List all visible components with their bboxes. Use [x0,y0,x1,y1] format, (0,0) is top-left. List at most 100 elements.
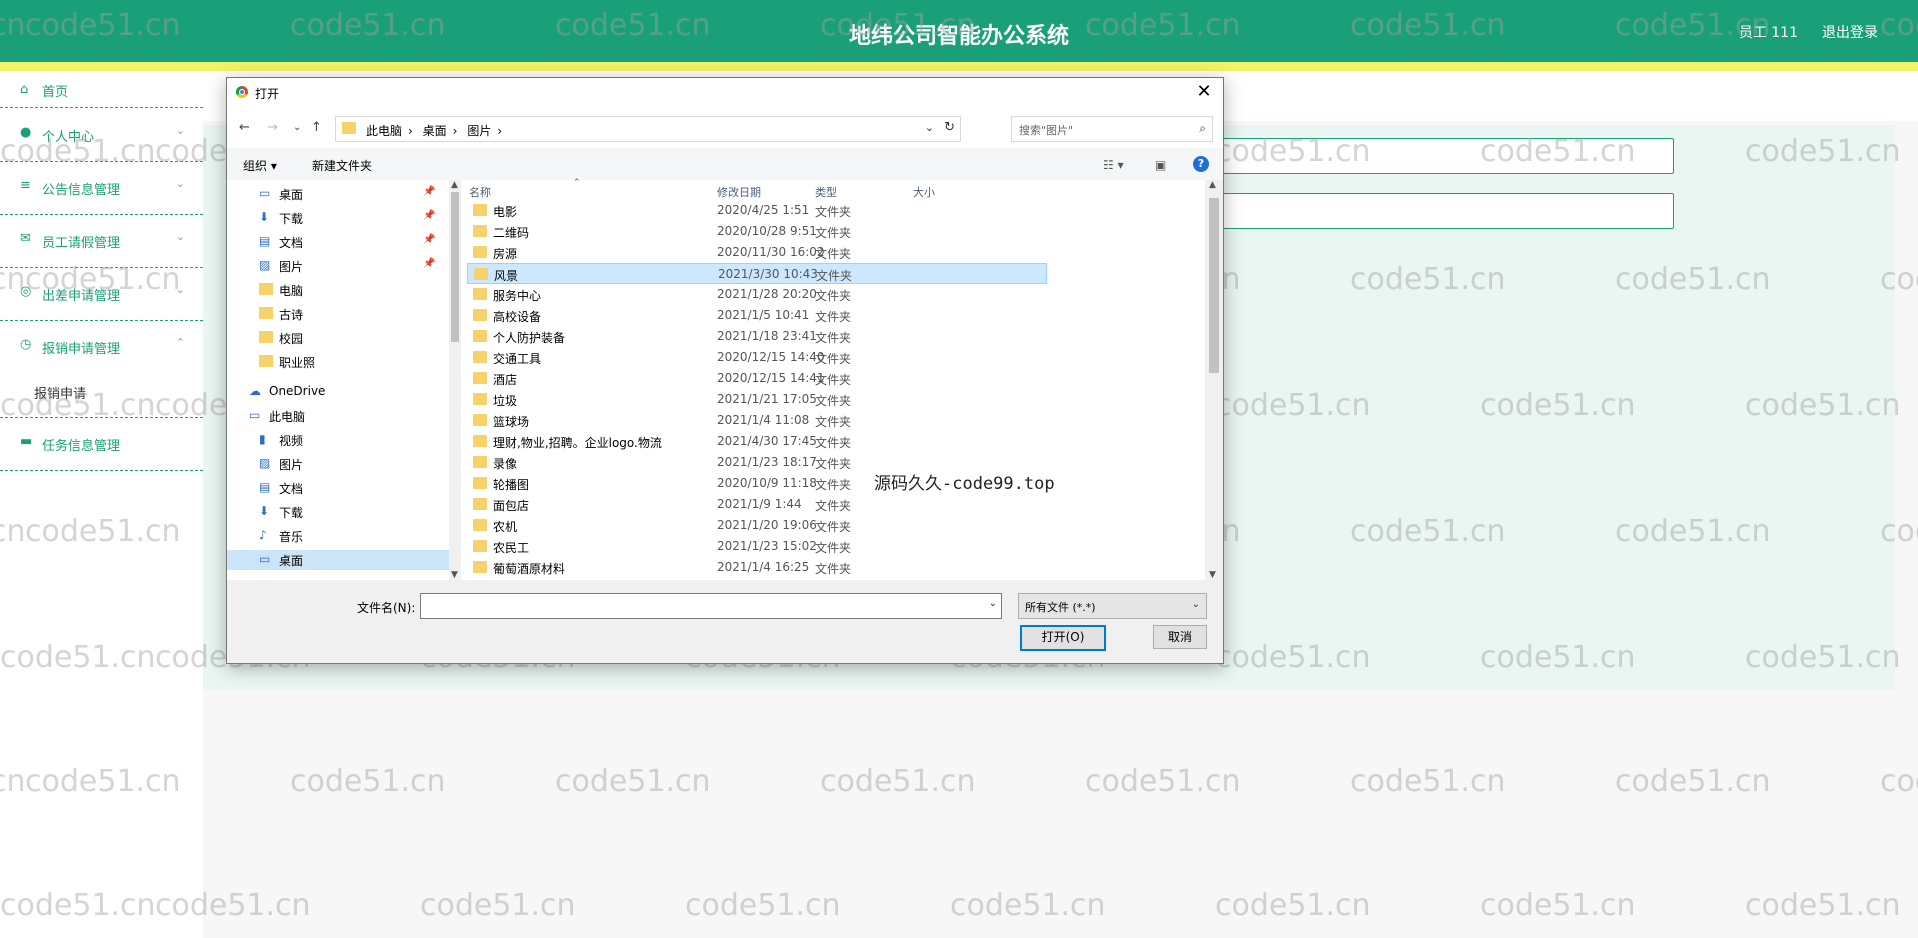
view-options-icon[interactable]: ☷ ▾ [1103,158,1124,172]
new-folder-button[interactable]: 新建文件夹 [312,157,372,174]
chevron-down-icon: ⌄ [175,230,185,243]
scroll-down-icon[interactable]: ▼ [451,570,458,580]
sidebar-item-reimbursement[interactable]: ◷ 报销申请管理 ⌃ 报销申请 [0,321,203,418]
breadcrumb-item[interactable]: 此电脑 [366,124,402,138]
preview-pane-icon[interactable]: ▣ [1155,158,1166,172]
folder-icon [473,393,487,405]
nav-pane-item[interactable]: ♪ 音乐 [227,526,449,546]
file-list-scrollbar[interactable]: ▲ ▼ [1205,180,1223,580]
navigation-scrollbar[interactable]: ▲ ▼ [449,180,461,580]
logout-link[interactable]: 退出登录 [1822,22,1878,42]
dialog-titlebar[interactable]: 打开 ✕ [227,78,1223,108]
sidebar-item-home[interactable]: ⌂ 首页 [0,71,203,108]
nav-pane-item[interactable]: ⬇ 下载 📌 [227,208,449,228]
file-row[interactable]: 理财,物业,招聘。企业logo.物流 2021/4/30 17:45 文件夹 [467,431,1047,452]
search-input[interactable]: 搜索"图片" ⌕ [1011,116,1213,142]
organize-button[interactable]: 组织 ▾ [243,157,277,174]
address-bar[interactable]: 此电脑 › 桌面 › 图片 › ⌄ ↻ [335,116,961,142]
file-row[interactable]: 二维码 2020/10/28 9:51 文件夹 [467,221,1047,242]
sidebar-item-profile[interactable]: ● 个人中心 ⌄ [0,109,203,162]
file-row[interactable]: 电影 2020/4/25 1:51 文件夹 [467,200,1047,221]
file-date: 2021/4/30 17:45 [717,434,817,448]
file-row[interactable]: 篮球场 2021/1/4 11:08 文件夹 [467,410,1047,431]
file-row[interactable]: 垃圾 2021/1/21 17:05 文件夹 [467,389,1047,410]
cancel-button[interactable]: 取消 [1153,625,1207,649]
file-row[interactable]: 农机 2021/1/20 19:06 文件夹 [467,515,1047,536]
sidebar-subitem-reimbursement[interactable]: 报销申请 [34,383,86,402]
file-name: 房源 [493,247,518,261]
file-row[interactable]: 房源 2020/11/30 16:02 文件夹 [467,242,1047,263]
sidebar-item-travel[interactable]: ◎ 出差申请管理 ⌄ [0,268,203,321]
chevron-right-icon: › [408,124,413,138]
column-date[interactable]: 修改日期 [717,184,761,200]
filename-dropdown-icon[interactable]: ⌄ [989,598,997,609]
file-row[interactable]: 服务中心 2021/1/28 20:20 文件夹 [467,284,1047,305]
file-name: 高校设备 [493,310,542,324]
file-row[interactable]: 面包店 2021/1/9 1:44 文件夹 [467,494,1047,515]
scroll-thumb[interactable] [1209,198,1219,373]
nav-pane-item[interactable]: ▨ 图片 [227,454,449,474]
column-size[interactable]: 大小 [913,184,935,200]
sidebar-item-tasks[interactable]: ▬ 任务信息管理 [0,418,203,471]
scroll-up-icon[interactable]: ▲ [1209,180,1216,190]
open-button[interactable]: 打开(O) [1020,625,1106,651]
nav-pane-item[interactable]: ⬇ 下载 [227,502,449,522]
file-type: 文件夹 [815,520,852,534]
up-arrow-icon[interactable]: ↑ [311,120,322,135]
scroll-thumb[interactable] [451,192,459,342]
sidebar-item-leave[interactable]: ✉ 员工请假管理 ⌄ [0,215,203,268]
recent-dropdown-icon[interactable]: ⌄ [293,122,301,133]
file-type: 文件夹 [815,331,852,345]
sidebar-item-label: 首页 [42,85,69,100]
nav-pane-item[interactable]: 古诗 [227,304,449,324]
nav-pane-label: 职业照 [279,356,316,370]
folder-icon [473,435,487,447]
nav-pane-item[interactable]: ▤ 文档 📌 [227,232,449,252]
nav-pane-item[interactable]: ▭ 桌面 📌 [227,184,449,204]
file-row[interactable]: 风景 2021/3/30 10:43 文件夹 [467,263,1047,284]
nav-pane-item[interactable]: ▭ 此电脑 [227,406,449,426]
form-input[interactable] [1180,138,1674,174]
nav-pane-item[interactable]: ▨ 图片 📌 [227,256,449,276]
sidebar-item-label: 报销申请管理 [42,342,121,357]
help-icon[interactable]: ? [1193,156,1209,172]
file-type: 文件夹 [815,373,852,387]
pin-icon: 📌 [423,186,436,197]
scroll-down-icon[interactable]: ▼ [1209,570,1216,580]
forward-arrow-icon[interactable]: → [267,120,278,135]
form-input[interactable] [1180,193,1674,229]
sidebar-item-notices[interactable]: ≡ 公告信息管理 ⌄ [0,162,203,215]
nav-pane-label: 校园 [279,332,304,346]
scroll-up-icon[interactable]: ▲ [451,180,458,190]
header-bar: 地纬公司智能办公系统 员工 111 退出登录 [0,0,1918,71]
file-row[interactable]: 个人防护装备 2021/1/18 23:41 文件夹 [467,326,1047,347]
list-icon: ≡ [20,178,31,193]
refresh-icon[interactable]: ↻ [944,120,955,135]
nav-pane-item[interactable]: ▭ 桌面 [227,550,449,570]
watermark-text: code51.cn [420,888,576,923]
column-name[interactable]: 名称 [469,184,491,200]
file-row[interactable]: 酒店 2020/12/15 14:41 文件夹 [467,368,1047,389]
file-row[interactable]: 交通工具 2020/12/15 14:40 文件夹 [467,347,1047,368]
nav-pane-item[interactable]: ☁ OneDrive [227,382,449,402]
file-row[interactable]: 葡萄酒原材料 2021/1/4 16:25 文件夹 [467,557,1047,578]
breadcrumb-item[interactable]: 图片 [467,124,491,138]
nav-pane-item[interactable]: 校园 [227,328,449,348]
back-arrow-icon[interactable]: ← [239,120,250,135]
file-type-select[interactable]: 所有文件 (*.*) ⌄ [1018,593,1207,619]
nav-pane-item[interactable]: 电脑 [227,280,449,300]
nav-pane-label: 电脑 [279,284,304,298]
breadcrumb-item[interactable]: 桌面 [423,124,447,138]
nav-pane-item[interactable]: ▤ 文档 [227,478,449,498]
nav-pane-item[interactable]: ▮ 视频 [227,430,449,450]
file-row[interactable]: 高校设备 2021/1/5 10:41 文件夹 [467,305,1047,326]
file-date: 2020/10/28 9:51 [717,224,817,238]
watermark-text: code51.cn [1880,764,1918,799]
address-dropdown-icon[interactable]: ⌄ [925,121,934,134]
column-type[interactable]: 类型 [815,184,837,200]
file-row[interactable]: 农民工 2021/1/23 15:02 文件夹 [467,536,1047,557]
close-button[interactable]: ✕ [1193,81,1215,103]
nav-pane-item[interactable]: 职业照 [227,352,449,372]
filename-input[interactable]: ⌄ [420,593,1002,619]
folder-icon [473,351,487,363]
